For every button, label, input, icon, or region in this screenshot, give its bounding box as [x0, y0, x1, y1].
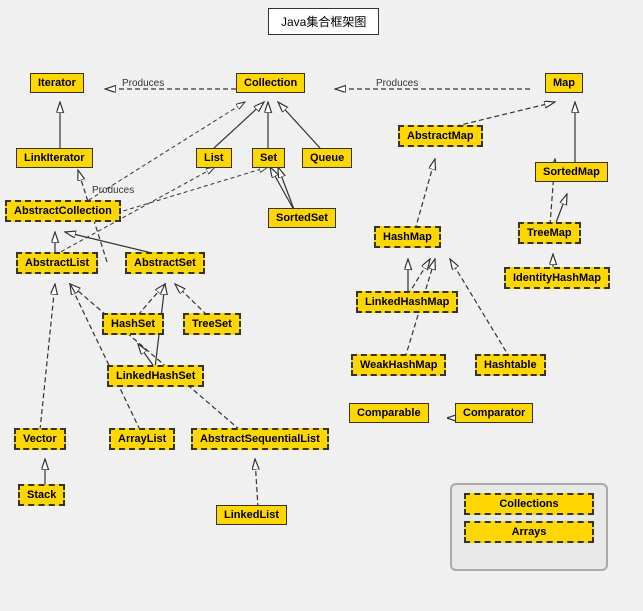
node-hashset[interactable]: HashSet — [102, 313, 164, 335]
produces-label-3: Produces — [92, 185, 134, 196]
node-hashmap[interactable]: HashMap — [374, 226, 441, 248]
node-abstractset[interactable]: AbstractSet — [125, 252, 205, 274]
node-linkedhashmap[interactable]: LinkedHashMap — [356, 291, 458, 313]
node-sortedset[interactable]: SortedSet — [268, 208, 336, 228]
node-comparator[interactable]: Comparator — [455, 403, 533, 423]
node-linkedlist[interactable]: LinkedList — [216, 505, 287, 525]
legend-box: Collections Arrays — [450, 483, 608, 571]
node-sortedmap[interactable]: SortedMap — [535, 162, 608, 182]
node-identityhashmap[interactable]: IdentityHashMap — [504, 267, 610, 289]
node-abstractsequentiallist[interactable]: AbstractSequentialList — [191, 428, 329, 450]
node-vector[interactable]: Vector — [14, 428, 66, 450]
node-treemap[interactable]: TreeMap — [518, 222, 581, 244]
node-list[interactable]: List — [196, 148, 232, 168]
node-hashtable[interactable]: Hashtable — [475, 354, 546, 376]
node-iterator[interactable]: Iterator — [30, 73, 84, 93]
node-arraylist[interactable]: ArrayList — [109, 428, 175, 450]
node-linkedhashset[interactable]: LinkedHashSet — [107, 365, 204, 387]
title-box: Java集合框架图 — [268, 8, 379, 35]
node-abstractcollection[interactable]: AbstractCollection — [5, 200, 121, 222]
node-linkiterator[interactable]: LinkIterator — [16, 148, 93, 168]
node-stack[interactable]: Stack — [18, 484, 65, 506]
node-comparable[interactable]: Comparable — [349, 403, 429, 423]
produces-label-2: Produces — [376, 78, 418, 89]
diagram-container: Java集合框架图 Produces Produces Produces Ite… — [0, 0, 643, 611]
node-treeset[interactable]: TreeSet — [183, 313, 241, 335]
node-collections[interactable]: Collections — [464, 493, 594, 515]
node-arrays[interactable]: Arrays — [464, 521, 594, 543]
node-abstractmap[interactable]: AbstractMap — [398, 125, 483, 147]
node-map[interactable]: Map — [545, 73, 583, 93]
node-abstractlist[interactable]: AbstractList — [16, 252, 98, 274]
node-weakhashmap[interactable]: WeakHashMap — [351, 354, 446, 376]
produces-label-1: Produces — [122, 78, 164, 89]
node-set[interactable]: Set — [252, 148, 285, 168]
node-queue[interactable]: Queue — [302, 148, 352, 168]
title-text: Java集合框架图 — [281, 15, 366, 29]
node-collection[interactable]: Collection — [236, 73, 305, 93]
